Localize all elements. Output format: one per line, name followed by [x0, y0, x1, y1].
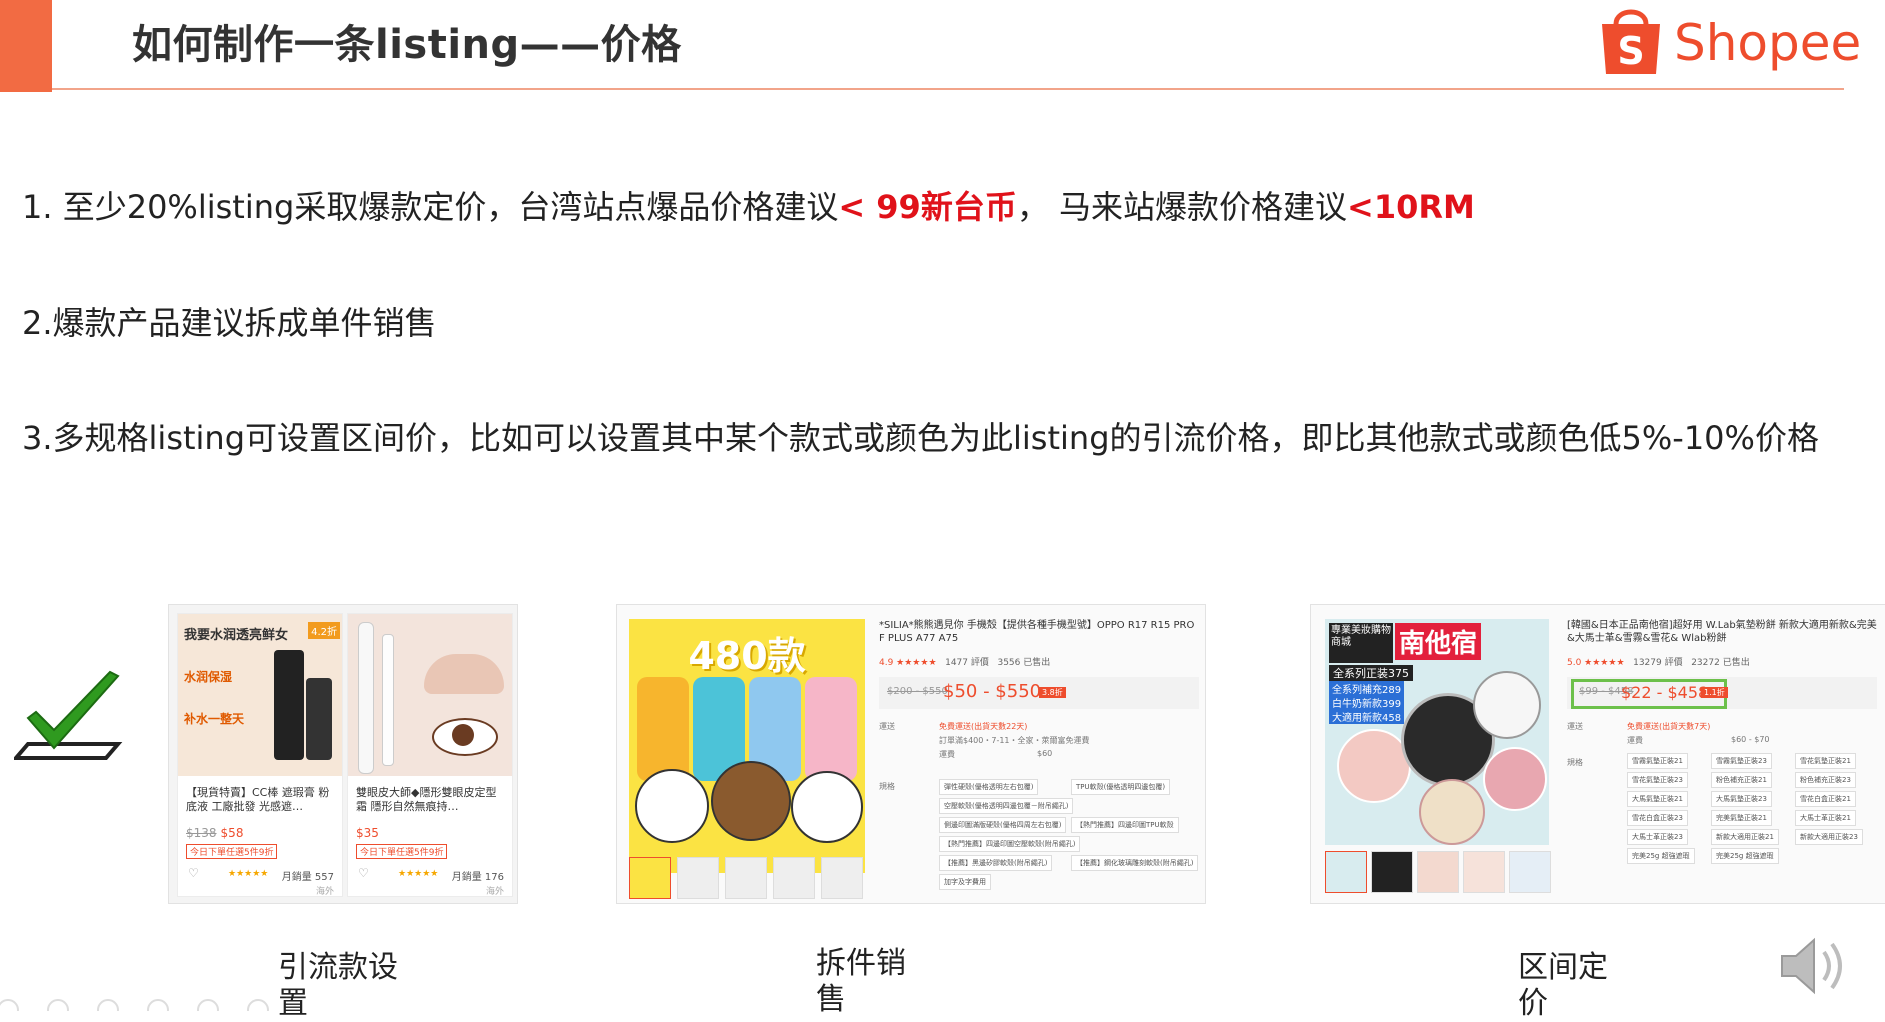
variation-chip[interactable]: TPU軟殼(優格透明四邊包覆): [1071, 779, 1171, 795]
thumbnail[interactable]: [1371, 851, 1413, 893]
screenshot-range-price: 專業美妝購物商城 南他宿 全系列正装375 全系列補充289 白牛奶新款399 …: [1310, 604, 1885, 904]
variation-chip[interactable]: 側邊印圖滿版硬殼(優格四周左右包覆): [939, 817, 1067, 833]
variation-chip[interactable]: 完美氣墊正裝21: [1711, 810, 1772, 826]
price-range: $22 - $458: [1621, 683, 1709, 702]
highlight-my-price: <10RM: [1347, 188, 1475, 226]
point-2: 2.爆款产品建议拆成单件销售: [22, 304, 437, 342]
thumbnail[interactable]: [725, 857, 767, 899]
thumbnail[interactable]: [1417, 851, 1459, 893]
title-accent-bar: [0, 0, 52, 92]
product-card[interactable]: 雙眼皮大師◆隱形雙眼皮定型霜 隱形自然無痕持… $35 今日下單任選5件9折 ♡…: [347, 613, 513, 897]
variation-chip[interactable]: 新款大適用正裝23: [1795, 829, 1863, 845]
price-range: $50 - $550: [943, 681, 1042, 702]
screenshot-split-sale: 480款 *SILIA*熊熊遇見你 手機殼【提供各種手機型號】OPPO R17 …: [616, 604, 1206, 904]
thumbnail-strip: [629, 857, 865, 899]
monthly-sold: 月銷量 557: [281, 872, 334, 883]
point-1: 1. 至少20%listing采取爆款定价，台湾站点爆品价格建议< 99新台币，…: [22, 188, 1475, 226]
thumbnail-strip: [1325, 851, 1551, 893]
product-image: 480款: [629, 619, 865, 873]
variation-chip[interactable]: 新款大適用正裝21: [1711, 829, 1779, 845]
variation-chip[interactable]: 完美25g 超強遮瑕: [1711, 848, 1779, 864]
thumbnail[interactable]: [1463, 851, 1505, 893]
checkmark-icon: [14, 670, 123, 760]
shopee-bag-icon: S: [1602, 9, 1660, 74]
speaker-icon[interactable]: [1776, 926, 1852, 1006]
variation-chip[interactable]: 大馬士革正裝23: [1627, 829, 1688, 845]
slide-progress-dots: [0, 999, 269, 1011]
product-card[interactable]: 我要水润透亮鲜女 4.2折 水润保湿 补水一整天 【現貨特賣】CC棒 遮瑕膏 粉…: [177, 613, 343, 897]
discount-badge: 3.8折: [1039, 687, 1066, 698]
shopee-wordmark: Shopee: [1674, 14, 1862, 72]
thumbnail[interactable]: [677, 857, 719, 899]
product-title: 【現貨特賣】CC棒 遮瑕膏 粉底液 工廠批發 光感遮…: [186, 786, 330, 813]
variation-chip[interactable]: 粉色補充正裝23: [1795, 772, 1856, 788]
variation-chip[interactable]: 完美25g 超強遮瑕: [1627, 848, 1695, 864]
product-image: 專業美妝購物商城 南他宿 全系列正装375 全系列補充289 白牛奶新款399 …: [1325, 619, 1549, 845]
thumbnail[interactable]: [773, 857, 815, 899]
thumbnail[interactable]: [1509, 851, 1551, 893]
product-title: 雙眼皮大師◆隱形雙眼皮定型霜 隱形自然無痕持…: [356, 786, 497, 813]
rating-stars: ★★★★★: [228, 869, 269, 879]
thumbnail[interactable]: [629, 857, 671, 899]
variation-chip[interactable]: 【推薦】鋼化玻璃雕刻軟殼(附吊繩孔): [1071, 855, 1199, 871]
variation-chip[interactable]: 雪花氣墊正裝23: [1627, 772, 1688, 788]
variation-chip[interactable]: 大馬氣墊正裝21: [1627, 791, 1688, 807]
price-box: $200 - $550 $50 - $550 3.8折: [879, 677, 1199, 709]
rating-row: 5.0 ★★★★★ 13279 評價 23272 已售出: [1567, 658, 1750, 668]
variation-chip[interactable]: 空壓軟殼(優格透明四邊包覆－附吊繩孔): [939, 798, 1074, 814]
variation-chip[interactable]: 雪霧氣墊正裝21: [1627, 753, 1688, 769]
variation-chip[interactable]: 大馬氣墊正裝23: [1711, 791, 1772, 807]
title-divider: [52, 88, 1844, 90]
price-box: $99 - $458 $22 - $458 1.1折: [1567, 677, 1877, 709]
product-title: *SILIA*熊熊遇見你 手機殼【提供各種手機型號】OPPO R17 R15 P…: [879, 620, 1195, 644]
variation-chip[interactable]: 雪花氣墊正裝21: [1795, 753, 1856, 769]
heart-icon[interactable]: ♡: [358, 866, 369, 880]
product-image: 我要水润透亮鲜女 4.2折 水润保湿 补水一整天: [178, 614, 342, 776]
point-3: 3.多规格listing可设置区间价，比如可以设置其中某个款式或颜色为此list…: [22, 419, 1819, 457]
screenshot-lead-product: 我要水润透亮鲜女 4.2折 水润保湿 补水一整天 【現貨特賣】CC棒 遮瑕膏 粉…: [168, 604, 518, 904]
svg-text:S: S: [1617, 29, 1644, 73]
slide-title: 如何制作一条listing——价格: [132, 22, 682, 68]
variation-chip[interactable]: 【熱門推薦】四邊印圖TPU軟殼: [1071, 817, 1179, 833]
variation-chip[interactable]: 【熱門推薦】四邊印圖空壓軟殼(附吊繩孔): [939, 836, 1081, 852]
product-title: [韓國&日本正品南他宿]超好用 W.Lab氣墊粉餅 新款大適用新款&完美&大馬士…: [1567, 620, 1877, 644]
product-price: $35: [356, 826, 379, 840]
rating-row: 4.9 ★★★★★ 1477 評價 3556 已售出: [879, 658, 1051, 668]
caption-lead-product: 引流款设置: [278, 950, 398, 1021]
variation-chip[interactable]: 粉色補充正裝21: [1711, 772, 1772, 788]
variation-chip[interactable]: 雪花白盒正裝23: [1627, 810, 1688, 826]
variation-chip[interactable]: 雪花白盒正裝21: [1795, 791, 1856, 807]
thumbnail[interactable]: [1325, 851, 1367, 893]
caption-range-price: 区间定价: [1518, 950, 1608, 1021]
product-image: [348, 614, 512, 776]
variation-chip[interactable]: 【推薦】黑邊矽膠軟殼(附吊繩孔): [939, 855, 1053, 871]
variation-chip[interactable]: 彈性硬殼(優格透明左右包覆): [939, 779, 1039, 795]
shopee-logo: S Shopee: [1596, 2, 1861, 80]
thumbnail[interactable]: [821, 857, 863, 899]
product-price: $138 $58: [186, 826, 244, 840]
variation-chip[interactable]: 加字及字費用: [939, 874, 991, 890]
caption-split-sale: 拆件销售: [816, 946, 906, 1017]
highlight-tw-price: < 99新台币: [838, 188, 1017, 226]
variation-chip[interactable]: 大馬士革正裝21: [1795, 810, 1856, 826]
variation-chip[interactable]: 雪霧氣墊正裝23: [1711, 753, 1772, 769]
monthly-sold: 月銷量 176: [451, 872, 504, 883]
rating-stars: ★★★★★: [398, 869, 439, 879]
discount-badge: 1.1折: [1701, 687, 1728, 698]
promo-tag: 今日下單任選5件9折: [186, 844, 278, 859]
heart-icon[interactable]: ♡: [188, 866, 199, 880]
promo-tag: 今日下單任選5件9折: [356, 844, 448, 859]
